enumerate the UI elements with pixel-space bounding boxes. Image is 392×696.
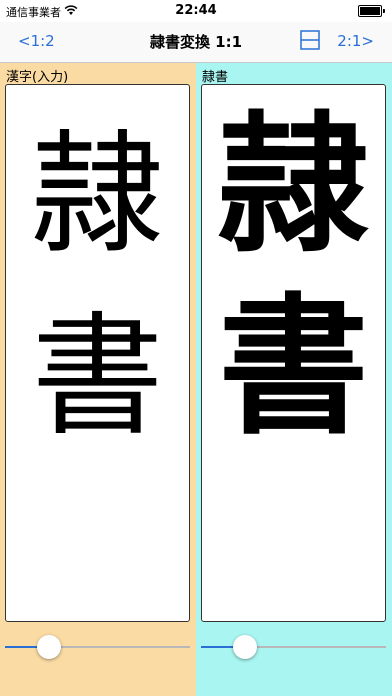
input-panel-label: 漢字(入力) bbox=[6, 70, 69, 85]
output-char-2: 書 bbox=[218, 279, 369, 455]
ratio-forward-button[interactable]: 2:1> bbox=[337, 32, 374, 50]
slider-thumb[interactable] bbox=[37, 635, 62, 659]
nav-bar: <1:2 隷書変換 1:1 2:1> bbox=[0, 22, 392, 63]
input-panel: 漢字(入力) 隷 書 bbox=[0, 63, 196, 696]
status-time: 22:44 bbox=[175, 3, 217, 18]
input-size-slider[interactable] bbox=[5, 635, 190, 659]
split-view-icon[interactable] bbox=[300, 30, 320, 50]
output-card[interactable]: 隷 書 bbox=[201, 84, 386, 622]
page-title: 隷書変換 1:1 bbox=[149, 33, 243, 51]
slider-thumb[interactable] bbox=[233, 635, 258, 659]
output-size-slider[interactable] bbox=[201, 635, 386, 659]
battery-icon bbox=[358, 5, 385, 17]
output-char-1: 隷 bbox=[218, 97, 369, 273]
input-char-2: 書 bbox=[31, 300, 164, 454]
input-char-1: 隷 bbox=[31, 118, 164, 272]
output-panel: 隷書 隷 書 bbox=[196, 63, 392, 696]
input-card[interactable]: 隷 書 bbox=[5, 84, 190, 622]
output-panel-label: 隷書 bbox=[202, 70, 229, 85]
status-bar: 通信事業者 22:44 bbox=[0, 0, 392, 22]
